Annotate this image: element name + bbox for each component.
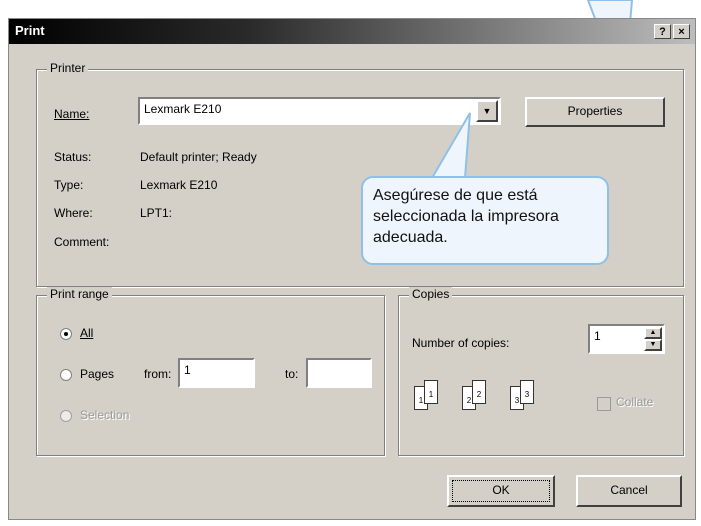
callout-bubble: Asegúrese de que está seleccionada la im… bbox=[361, 176, 609, 265]
callout-text: Asegúrese de que está seleccionada la im… bbox=[373, 187, 559, 246]
